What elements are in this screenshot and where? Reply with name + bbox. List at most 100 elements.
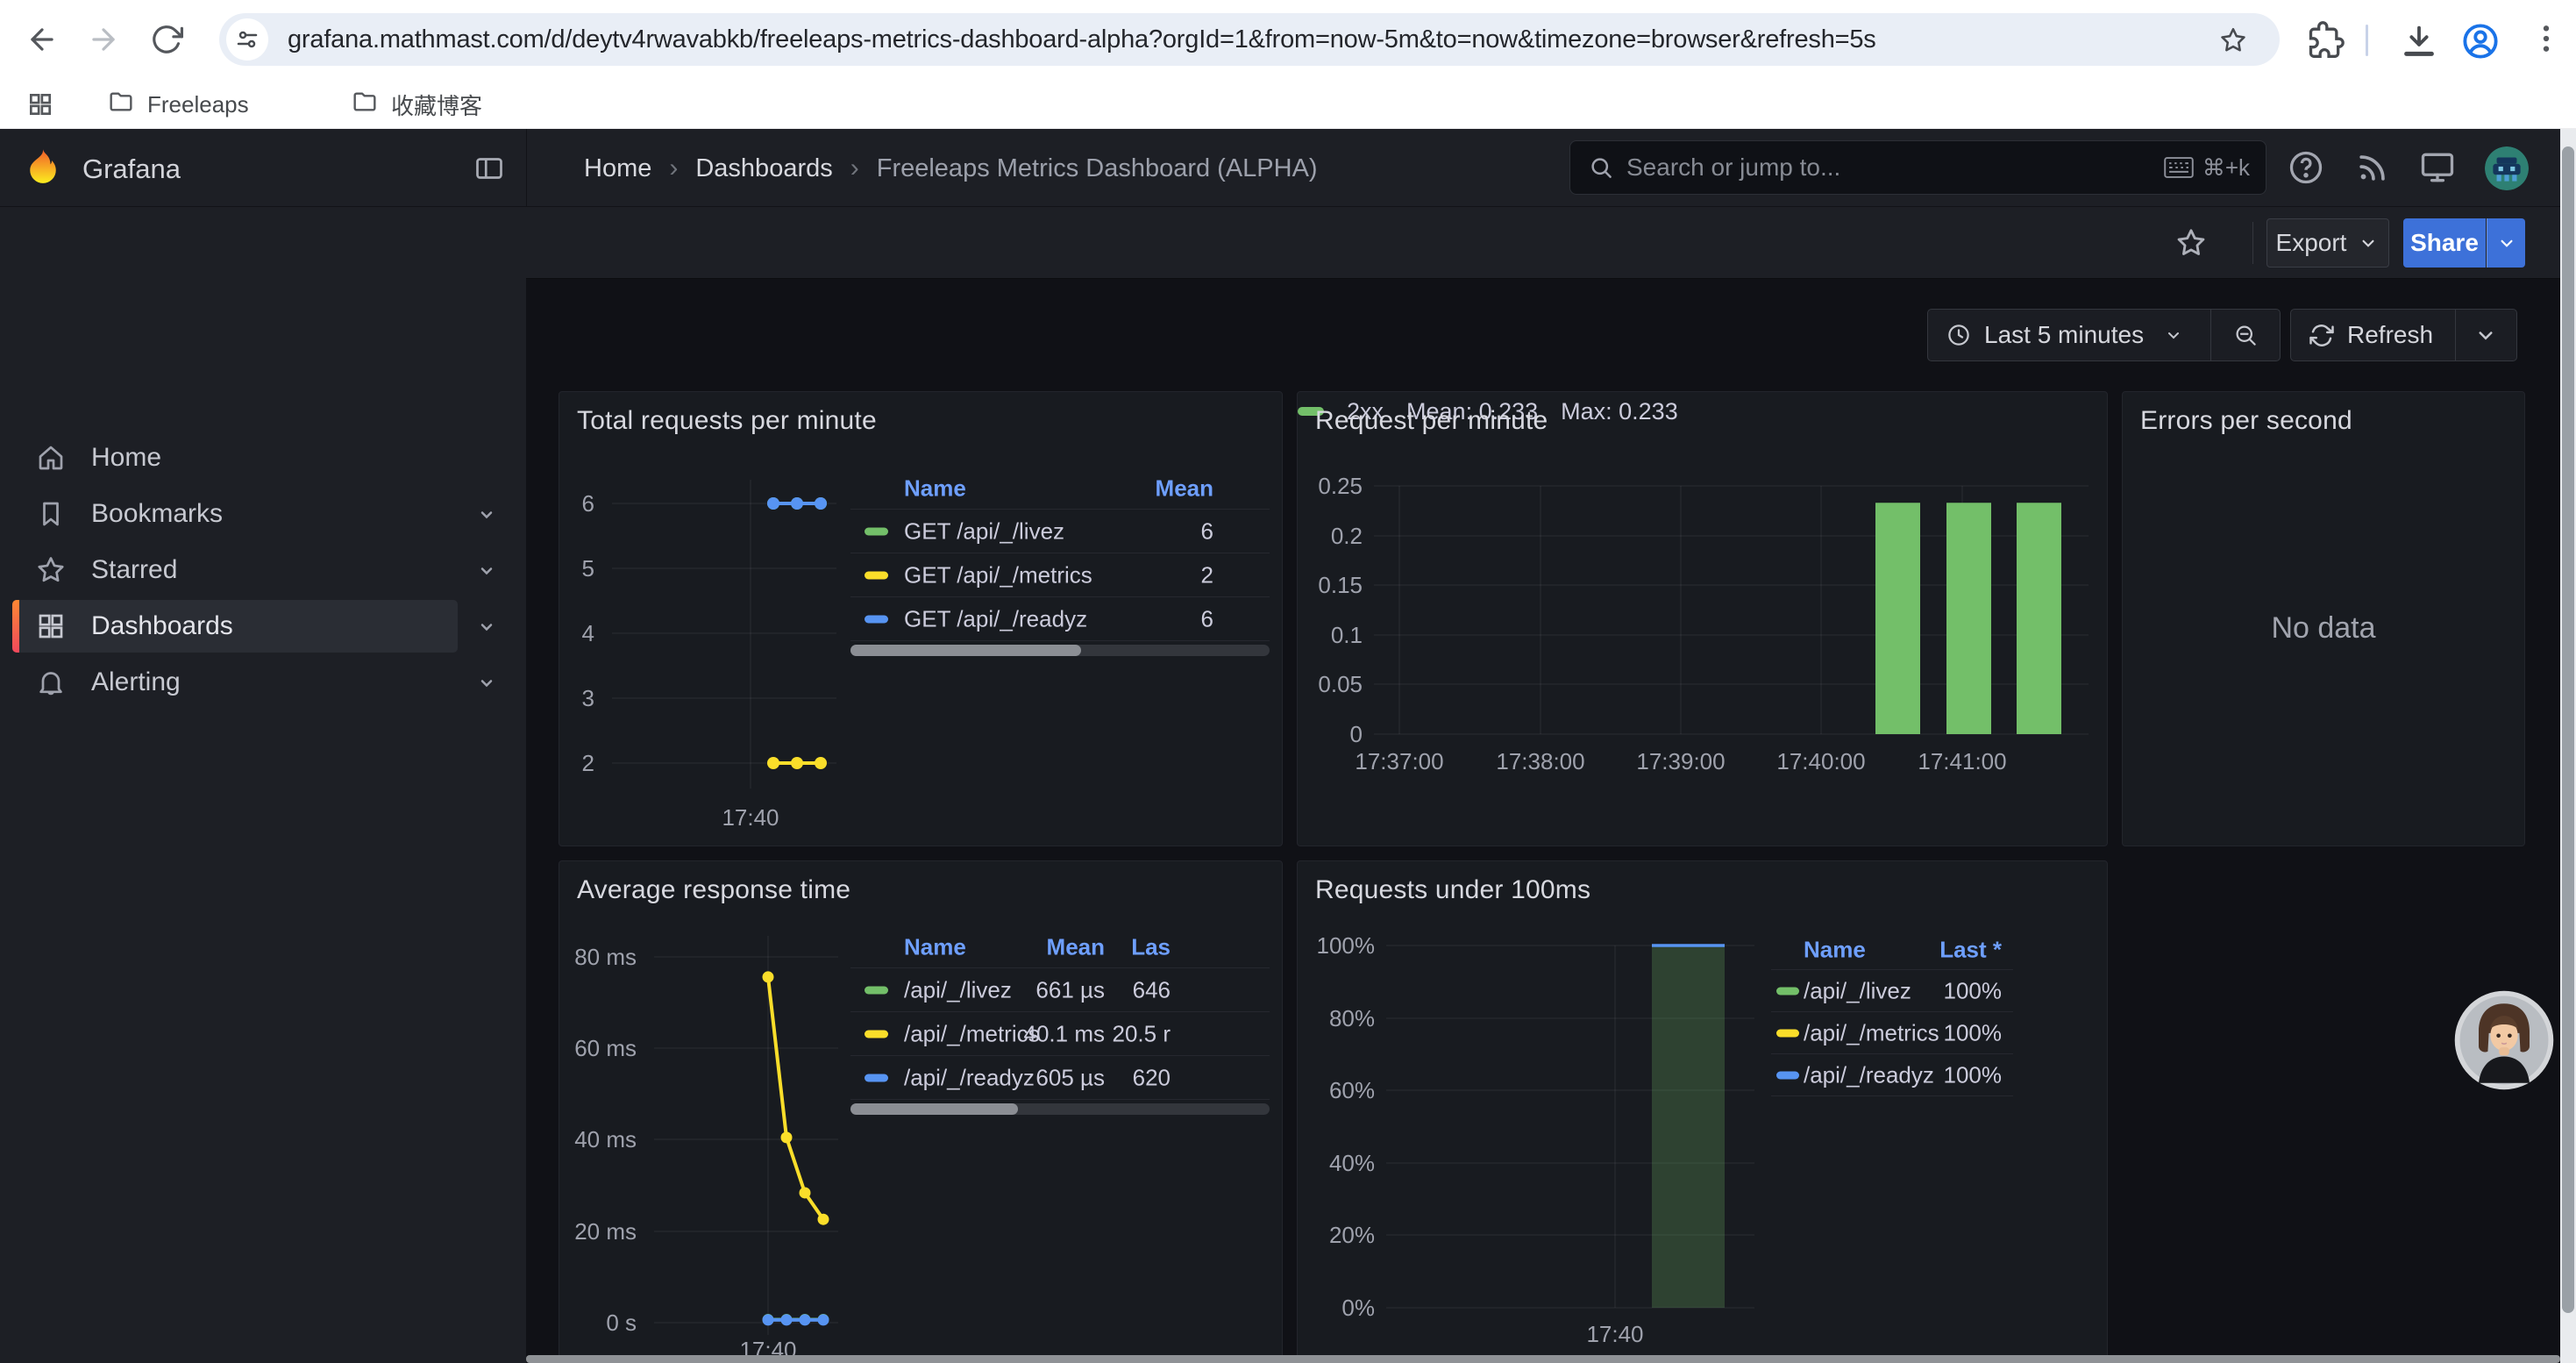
time-range-label: Last 5 minutes — [1984, 321, 2144, 349]
bookmark-star-icon[interactable] — [2218, 25, 2248, 55]
bookmark-folder-freeleaps[interactable]: Freeleaps — [98, 86, 258, 123]
news-rss-icon[interactable] — [2353, 148, 2392, 187]
header-divider — [526, 129, 527, 207]
favorite-star-icon[interactable] — [2174, 226, 2208, 260]
series-swatch — [865, 527, 888, 535]
monitor-icon[interactable] — [2418, 148, 2457, 187]
series-name[interactable]: /api/_/readyz — [1804, 1061, 1934, 1088]
zoom-out-button[interactable] — [2211, 322, 2280, 348]
help-icon[interactable] — [2287, 148, 2325, 187]
dashboard-canvas: Last 5 minutes Refresh — [526, 279, 2560, 1363]
legend-scrollbar[interactable] — [850, 1103, 1270, 1115]
apps-grid-icon[interactable] — [18, 86, 63, 123]
breadcrumb-dashboards[interactable]: Dashboards — [695, 154, 832, 183]
legend-row[interactable]: /api/_/metrics 100% — [1771, 1012, 2013, 1054]
page-scrollbar-horizontal[interactable] — [526, 1355, 2560, 1363]
series-name[interactable]: GET /api/_/readyz — [904, 605, 1087, 632]
sidebar-item-home[interactable]: Home — [0, 430, 526, 486]
profile-icon[interactable] — [2460, 21, 2501, 61]
legend-scrollbar[interactable] — [850, 645, 1270, 656]
scrollbar-thumb[interactable] — [2562, 146, 2574, 1313]
series-name[interactable]: /api/_/metrics — [1804, 1019, 1939, 1046]
folder-icon — [351, 88, 379, 122]
legend-col-mean[interactable]: Mean — [1047, 933, 1105, 960]
forward-icon[interactable] — [84, 20, 123, 59]
time-range-picker[interactable]: Last 5 minutes — [1928, 321, 2210, 349]
series-name[interactable]: /api/_/metrics — [904, 1020, 1040, 1047]
series-mean: 2 — [1201, 561, 1213, 589]
sidebar-item-label: Dashboards — [91, 611, 233, 641]
series-swatch — [865, 615, 888, 623]
browser-menu-icon[interactable] — [2529, 21, 2564, 60]
legend-row[interactable]: GET /api/_/livez 6 — [850, 510, 1270, 553]
legend-col-last[interactable]: Last * — [1939, 936, 2002, 963]
series-name[interactable]: GET /api/_/metrics — [904, 561, 1092, 589]
user-avatar[interactable] — [2485, 146, 2529, 190]
legend-row[interactable]: GET /api/_/metrics 2 — [850, 553, 1270, 597]
legend-col-name[interactable]: Name — [1804, 936, 1866, 963]
legend-col-name[interactable]: Name — [904, 933, 966, 960]
export-button[interactable]: Export — [2266, 218, 2389, 268]
reload-icon[interactable] — [147, 20, 186, 59]
grafana-logo[interactable] — [23, 147, 63, 188]
legend-row[interactable]: /api/_/readyz 605 µs 620 — [850, 1056, 1270, 1100]
site-settings-icon[interactable] — [226, 18, 268, 61]
chevron-down-icon[interactable] — [473, 670, 500, 696]
legend-col-name[interactable]: Name — [904, 475, 966, 502]
sidebar-item-alerting[interactable]: Alerting — [0, 654, 526, 710]
legend-row[interactable]: /api/_/livez 661 µs 646 — [850, 968, 1270, 1012]
breadcrumb-home[interactable]: Home — [584, 154, 651, 183]
dashboards-icon — [35, 610, 67, 642]
bookmark-label: 收藏博客 — [391, 89, 482, 121]
url-text[interactable]: grafana.mathmast.com/d/deytv4rwavabkb/fr… — [288, 25, 1876, 54]
refresh-interval-button[interactable] — [2456, 322, 2516, 348]
refresh-icon — [2309, 322, 2335, 348]
sidebar-item-dashboards[interactable]: Dashboards — [0, 598, 526, 654]
bar-chart[interactable]: 0.250.20.150.10.05017:37:0017:38:0017:39… — [1298, 392, 2107, 846]
series-name[interactable]: /api/_/livez — [1804, 977, 1911, 1004]
extensions-icon[interactable] — [2306, 21, 2345, 60]
panel-title[interactable]: Errors per second — [2140, 406, 2352, 436]
legend-col-last[interactable]: Las — [1131, 933, 1171, 960]
sidebar-item-starred[interactable]: Starred — [0, 542, 526, 598]
panel-requests-under-100ms: Requests under 100ms 100%80%60%40%20%0%1… — [1297, 860, 2108, 1363]
legend-row[interactable]: GET /api/_/readyz 6 — [850, 597, 1270, 641]
chevron-down-icon[interactable] — [473, 558, 500, 584]
chevron-down-icon[interactable] — [473, 502, 500, 528]
search-shortcut: ⌘+k — [2164, 154, 2250, 182]
sidebar-item-label: Home — [91, 443, 161, 473]
chevron-down-icon[interactable] — [473, 614, 500, 640]
sidebar-item-label: Starred — [91, 555, 177, 585]
series-mean: 605 µs — [1035, 1064, 1105, 1091]
search-input[interactable]: Search or jump to... ⌘+k — [1569, 140, 2266, 195]
search-placeholder: Search or jump to... — [1626, 153, 1840, 182]
sidebar-item-bookmarks[interactable]: Bookmarks — [0, 486, 526, 542]
legend-row[interactable]: /api/_/livez 100% — [1771, 970, 2013, 1012]
grafana-product-name: Grafana — [82, 153, 181, 185]
bookmark-label: Freeleaps — [147, 91, 249, 118]
legend-row[interactable]: /api/_/readyz 100% — [1771, 1054, 2013, 1096]
active-indicator — [12, 600, 19, 653]
series-name[interactable]: GET /api/_/livez — [904, 517, 1064, 545]
sidebar-toggle-icon[interactable] — [473, 153, 505, 184]
series-name[interactable]: /api/_/readyz — [904, 1064, 1035, 1091]
legend-col-mean[interactable]: Mean — [1156, 475, 1213, 502]
time-range-group: Last 5 minutes — [1927, 309, 2281, 361]
downloads-icon[interactable] — [2399, 21, 2439, 61]
bookmark-folder-blogs[interactable]: 收藏博客 — [342, 86, 491, 123]
legend-header: Name Mean Las — [850, 926, 1270, 968]
series-name[interactable]: /api/_/livez — [904, 976, 1012, 1003]
refresh-button[interactable]: Refresh — [2291, 321, 2455, 349]
page-scrollbar-vertical[interactable] — [2560, 129, 2576, 1363]
back-icon[interactable] — [23, 20, 61, 59]
assistant-avatar-widget[interactable] — [2453, 989, 2555, 1091]
legend-row[interactable]: /api/_/metrics 40.1 ms 20.5 r — [850, 1012, 1270, 1056]
scrollbar-thumb[interactable] — [850, 1103, 1018, 1115]
share-button[interactable]: Share — [2403, 218, 2486, 268]
share-menu-button[interactable] — [2487, 218, 2525, 268]
panel-legend: Name Mean Las /api/_/livez 661 µs 646 /a… — [850, 926, 1270, 1100]
grafana-header: Grafana Home › Dashboards › Freeleaps Me… — [0, 129, 2576, 207]
url-bar[interactable]: grafana.mathmast.com/d/deytv4rwavabkb/fr… — [219, 13, 2280, 66]
scrollbar-thumb[interactable] — [850, 645, 1081, 656]
series-mean: 661 µs — [1035, 976, 1105, 1003]
